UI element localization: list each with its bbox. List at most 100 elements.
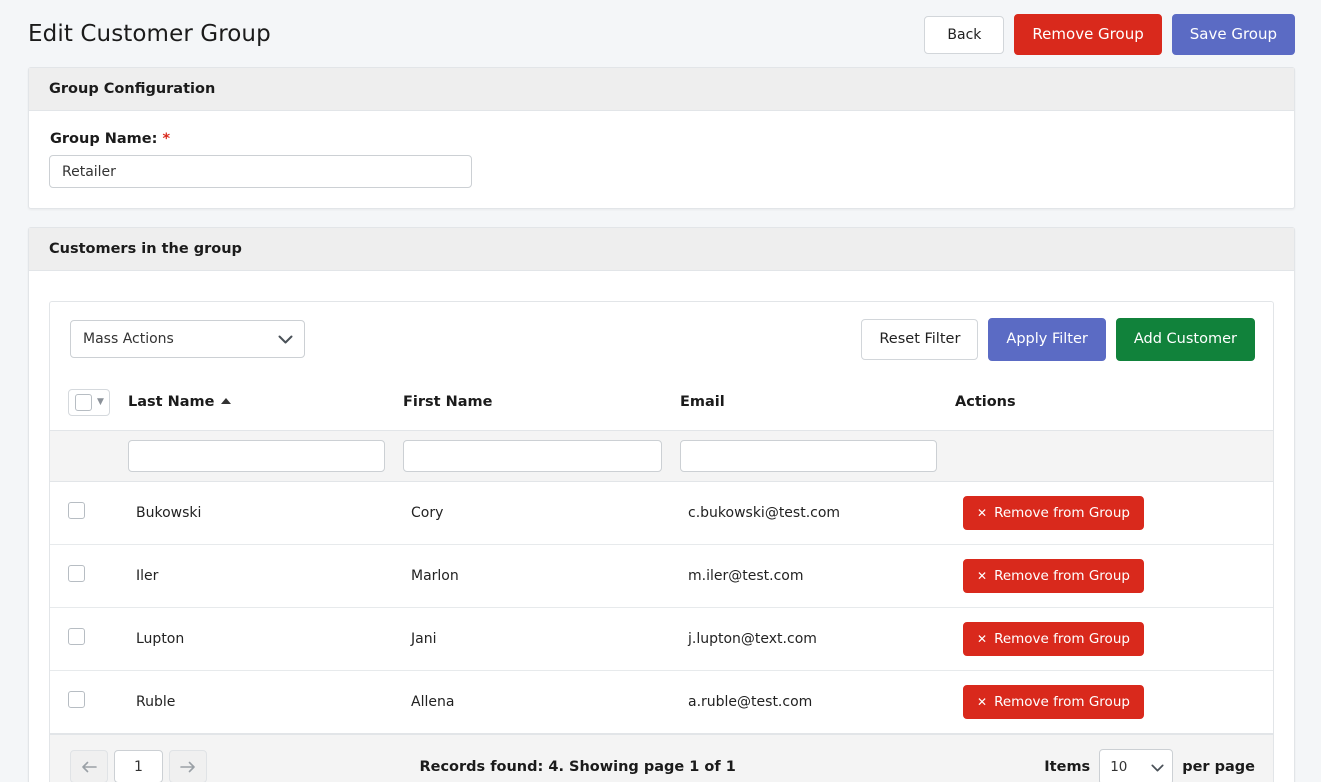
reset-filter-button[interactable]: Reset Filter bbox=[861, 319, 979, 360]
cell-actions: ✕ Remove from Group bbox=[955, 544, 1273, 608]
cell-actions: ✕ Remove from Group bbox=[955, 481, 1273, 545]
header-actions: Back Remove Group Save Group bbox=[924, 14, 1295, 55]
cell-last-name: Iler bbox=[128, 544, 403, 608]
filter-last-name-input[interactable] bbox=[128, 439, 385, 472]
column-header-first-name[interactable]: First Name bbox=[403, 374, 680, 431]
grid-toolbar: Mass Actions Reset Filter Apply Filter A… bbox=[50, 302, 1273, 375]
select-all-header: ▼ bbox=[50, 374, 128, 431]
save-group-button[interactable]: Save Group bbox=[1171, 14, 1295, 55]
cell-email: m.iler@test.com bbox=[680, 544, 955, 608]
page-root: Edit Customer Group Back Remove Group Sa… bbox=[0, 0, 1321, 782]
grid-toolbar-buttons: Reset Filter Apply Filter Add Customer bbox=[861, 318, 1255, 361]
required-asterisk: * bbox=[162, 131, 171, 147]
cell-actions: ✕ Remove from Group bbox=[955, 607, 1273, 671]
column-header-email[interactable]: Email bbox=[680, 374, 955, 431]
row-checkbox[interactable] bbox=[68, 691, 85, 708]
caret-down-icon[interactable]: ▼ bbox=[97, 397, 104, 407]
cell-email: a.ruble@test.com bbox=[680, 670, 955, 734]
remove-group-button[interactable]: Remove Group bbox=[1014, 14, 1162, 55]
remove-from-group-label: Remove from Group bbox=[994, 693, 1130, 710]
mass-actions-select-wrapper[interactable]: Mass Actions bbox=[70, 320, 305, 359]
group-name-input[interactable] bbox=[49, 155, 472, 188]
row-checkbox-cell bbox=[50, 481, 128, 545]
filter-email-wrapper bbox=[680, 439, 947, 472]
items-label: Items bbox=[1044, 758, 1091, 775]
cell-first-name: Allena bbox=[403, 670, 680, 734]
cell-first-name: Marlon bbox=[403, 544, 680, 608]
per-page-label: per page bbox=[1182, 758, 1255, 775]
remove-from-group-button[interactable]: ✕ Remove from Group bbox=[963, 558, 1144, 593]
cell-last-name: Bukowski bbox=[128, 481, 403, 545]
row-checkbox-cell bbox=[50, 544, 128, 608]
select-all-checkbox[interactable] bbox=[75, 393, 92, 411]
table-row: Bukowski Cory c.bukowski@test.com ✕ Remove f… bbox=[50, 481, 1273, 545]
customers-table: ▼ Last Name First Name Email Actions Buk… bbox=[50, 374, 1273, 734]
row-checkbox-cell bbox=[50, 607, 128, 671]
close-icon: ✕ bbox=[977, 631, 988, 646]
close-icon: ✕ bbox=[977, 694, 988, 709]
page-header: Edit Customer Group Back Remove Group Sa… bbox=[0, 0, 1321, 67]
table-body: Bukowski Cory c.bukowski@test.com ✕ Remove f… bbox=[50, 481, 1273, 734]
customers-panel-body: Mass Actions Reset Filter Apply Filter A… bbox=[29, 271, 1294, 782]
per-page-select-wrapper[interactable]: 10 bbox=[1099, 748, 1174, 782]
column-header-last-name[interactable]: Last Name bbox=[128, 374, 403, 431]
per-page-control: Items 10 per page bbox=[1044, 748, 1255, 782]
remove-from-group-label: Remove from Group bbox=[994, 630, 1130, 647]
remove-from-group-label: Remove from Group bbox=[994, 504, 1130, 521]
filter-cell-empty bbox=[50, 430, 128, 482]
table-header-row: ▼ Last Name First Name Email Actions bbox=[50, 374, 1273, 431]
apply-filter-button[interactable]: Apply Filter bbox=[988, 318, 1106, 361]
table-filter-row bbox=[50, 430, 1273, 482]
pagination bbox=[70, 750, 207, 782]
row-checkbox-cell bbox=[50, 670, 128, 734]
add-customer-button[interactable]: Add Customer bbox=[1115, 318, 1255, 361]
table-row: Iler Marlon m.iler@test.com ✕ Remove from Gr… bbox=[50, 544, 1273, 608]
remove-from-group-button[interactable]: ✕ Remove from Group bbox=[963, 684, 1144, 719]
next-page-button[interactable] bbox=[169, 750, 207, 782]
cell-email: j.lupton@text.com bbox=[680, 607, 955, 671]
table-row: Ruble Allena a.ruble@test.com ✕ Remove from … bbox=[50, 670, 1273, 734]
group-name-label-text: Group Name: bbox=[50, 131, 158, 147]
cell-actions: ✕ Remove from Group bbox=[955, 670, 1273, 734]
back-button[interactable]: Back bbox=[924, 15, 1005, 54]
table-head: ▼ Last Name First Name Email Actions bbox=[50, 374, 1273, 482]
cell-last-name: Ruble bbox=[128, 670, 403, 734]
select-all-group[interactable]: ▼ bbox=[68, 388, 110, 416]
cell-last-name: Lupton bbox=[128, 607, 403, 671]
table-row: Lupton Jani j.lupton@text.com ✕ Remove from … bbox=[50, 607, 1273, 671]
grid-footer: Records found: 4. Showing page 1 of 1 It… bbox=[50, 733, 1273, 782]
cell-first-name: Jani bbox=[403, 607, 680, 671]
filter-last-name-wrapper bbox=[128, 439, 395, 472]
cell-first-name: Cory bbox=[403, 481, 680, 545]
remove-from-group-label: Remove from Group bbox=[994, 567, 1130, 584]
row-checkbox[interactable] bbox=[68, 502, 85, 519]
records-found-text: Records found: 4. Showing page 1 of 1 bbox=[419, 758, 736, 775]
group-name-label: Group Name: * bbox=[50, 131, 1274, 147]
group-configuration-title: Group Configuration bbox=[29, 68, 1294, 111]
sort-ascending-icon bbox=[220, 398, 231, 404]
row-checkbox[interactable] bbox=[68, 565, 85, 582]
customers-panel-title: Customers in the group bbox=[29, 228, 1294, 271]
close-icon: ✕ bbox=[977, 568, 988, 583]
column-header-actions: Actions bbox=[955, 374, 1273, 431]
column-header-last-name-label: Last Name bbox=[128, 394, 215, 410]
filter-cell-first-name bbox=[403, 430, 680, 482]
filter-first-name-input[interactable] bbox=[403, 439, 662, 472]
previous-page-button[interactable] bbox=[70, 750, 108, 782]
filter-cell-actions bbox=[955, 430, 1273, 482]
per-page-select[interactable]: 10 bbox=[1099, 748, 1174, 782]
filter-cell-email bbox=[680, 430, 955, 482]
group-configuration-panel: Group Configuration Group Name: * bbox=[28, 67, 1295, 209]
filter-cell-last-name bbox=[128, 430, 403, 482]
customers-panel: Customers in the group Mass Actions Rese… bbox=[28, 227, 1295, 782]
remove-from-group-button[interactable]: ✕ Remove from Group bbox=[963, 495, 1144, 530]
cell-email: c.bukowski@test.com bbox=[680, 481, 955, 545]
row-checkbox[interactable] bbox=[68, 628, 85, 645]
remove-from-group-button[interactable]: ✕ Remove from Group bbox=[963, 621, 1144, 656]
customers-grid: Mass Actions Reset Filter Apply Filter A… bbox=[49, 301, 1274, 782]
mass-actions-select[interactable]: Mass Actions bbox=[70, 320, 305, 359]
group-configuration-body: Group Name: * bbox=[29, 111, 1294, 208]
page-number-input[interactable] bbox=[114, 750, 163, 782]
page-title: Edit Customer Group bbox=[28, 20, 271, 47]
filter-email-input[interactable] bbox=[680, 439, 937, 472]
